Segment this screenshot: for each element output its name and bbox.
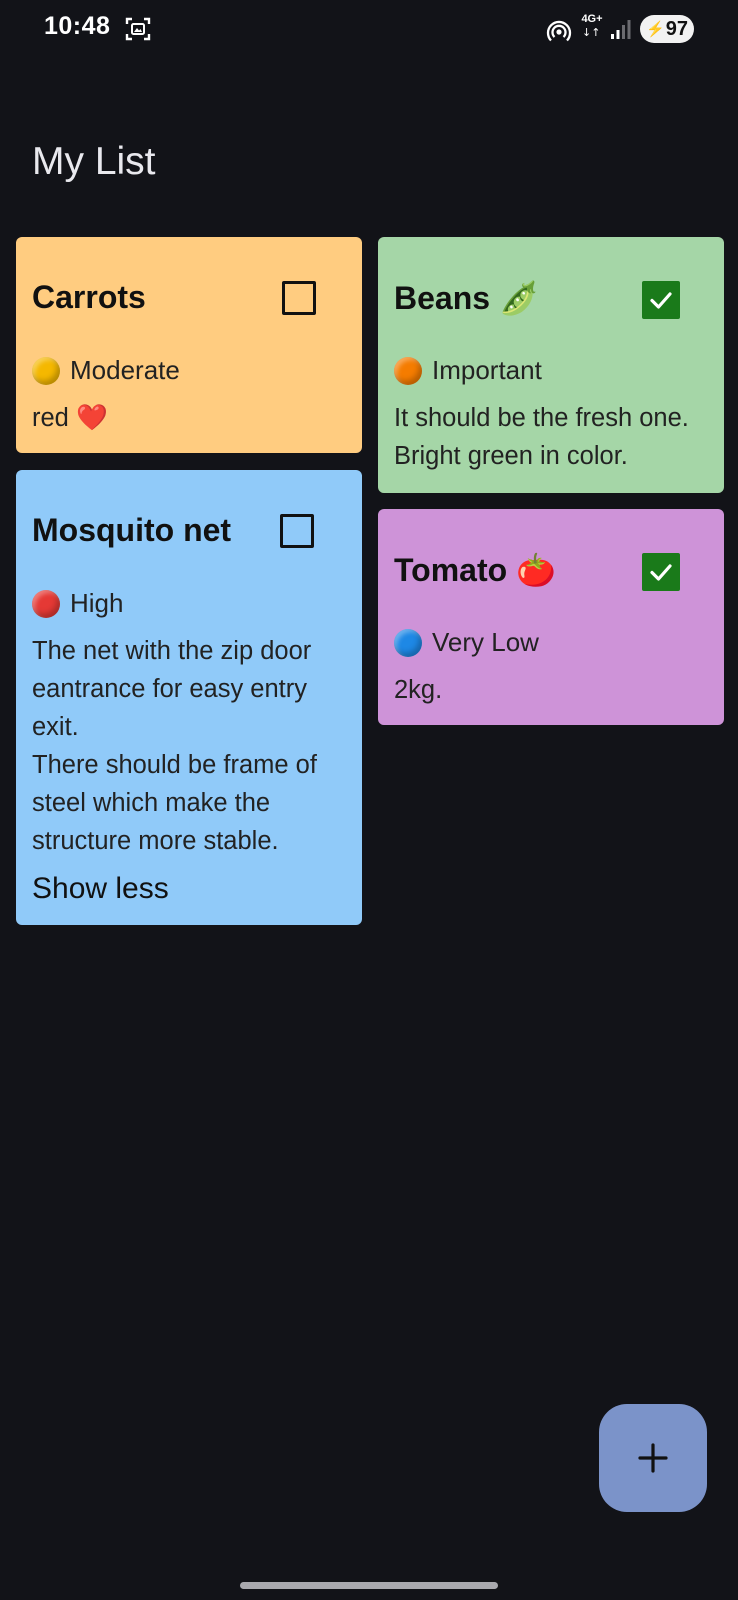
checkbox-checked[interactable] (642, 553, 680, 591)
charging-bolt-icon: ⚡ (646, 21, 665, 38)
show-less-button[interactable]: Show less (32, 872, 169, 906)
priority-dot-icon (32, 589, 60, 618)
page-title: My List (32, 140, 156, 183)
priority-dot-icon (394, 356, 422, 385)
status-bar: 10:48 4G+ ↓↑ ⚡ 97 (0, 0, 738, 60)
priority-label: Very Low (432, 627, 539, 657)
network-type-label: 4G+ (581, 13, 603, 25)
priority-label: Important (432, 355, 542, 385)
battery-level: 97 (665, 17, 688, 40)
card-title: Tomato 🍅 (394, 552, 556, 588)
card-title: Beans 🫛 (394, 280, 539, 316)
hotspot-icon (546, 20, 572, 42)
checkbox[interactable] (282, 281, 316, 315)
card-description: 2kg. (394, 676, 443, 704)
card-description: The net with the zip door eantrance for … (32, 637, 317, 855)
list-card-beans[interactable]: Beans 🫛 Important It should be the fresh… (378, 237, 724, 493)
signal-strength-icon (611, 20, 631, 39)
gesture-navigation-bar[interactable] (240, 1582, 498, 1589)
checkbox-checked[interactable] (642, 281, 680, 319)
priority-dot-icon (394, 628, 422, 657)
list-card-mosquito-net[interactable]: Mosquito net High The net with the zip d… (16, 470, 362, 925)
status-time: 10:48 (44, 12, 111, 40)
battery-indicator: ⚡ 97 (640, 15, 694, 43)
priority-label: High (70, 588, 124, 618)
checkbox[interactable] (280, 514, 314, 548)
priority-label: Moderate (70, 355, 180, 385)
plus-icon (638, 1443, 668, 1473)
network-activity-icon: ↓↑ (582, 26, 601, 39)
add-item-button[interactable] (599, 1404, 707, 1512)
priority-row: Important (394, 355, 542, 386)
priority-row: High (32, 588, 123, 619)
screenshot-icon (125, 17, 151, 41)
priority-row: Very Low (394, 627, 539, 658)
priority-dot-icon (32, 356, 60, 385)
card-title: Mosquito net (32, 512, 232, 548)
card-description: red ❤️ (32, 404, 108, 432)
card-title: Carrots (32, 279, 146, 315)
list-card-tomato[interactable]: Tomato 🍅 Very Low 2kg. (378, 509, 724, 725)
checkmark-icon (650, 292, 672, 309)
checkmark-icon (650, 564, 672, 581)
list-card-carrots[interactable]: Carrots Moderate red ❤️ (16, 237, 362, 453)
priority-row: Moderate (32, 355, 180, 386)
card-description: It should be the fresh one. Bright green… (394, 404, 689, 470)
